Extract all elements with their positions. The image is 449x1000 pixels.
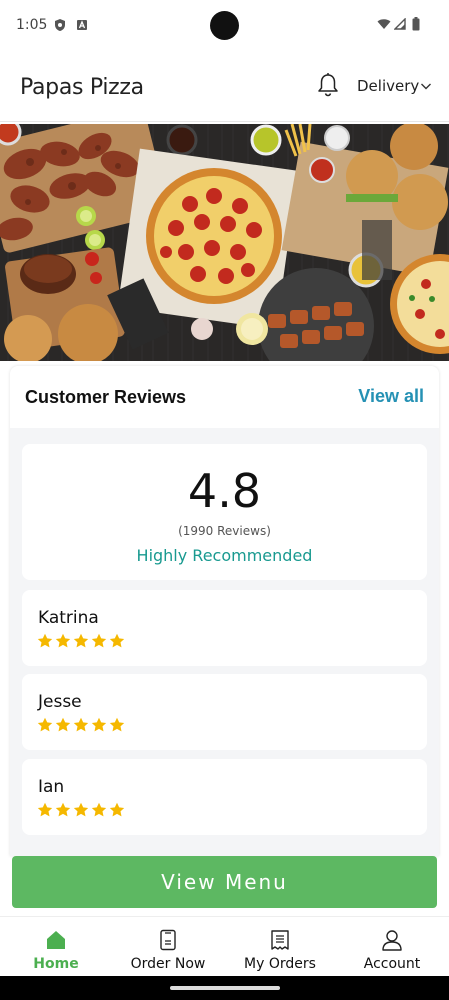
recommendation-text: Highly Recommended — [136, 546, 313, 565]
bell-icon[interactable] — [316, 72, 340, 98]
star-rating — [37, 717, 125, 733]
home-icon — [47, 931, 65, 949]
nav-item-my-orders[interactable]: My Orders — [224, 917, 336, 977]
nav-label: Order Now — [130, 956, 206, 972]
shield-icon — [55, 19, 65, 31]
nav-item-home[interactable]: Home — [0, 917, 112, 977]
nav-label: Home — [33, 956, 79, 972]
reviews-card: Customer Reviews View all 4.8 (1990 Revi… — [10, 366, 439, 856]
star-rating — [37, 633, 125, 649]
gesture-handle[interactable] — [170, 986, 280, 990]
app-header: Papas Pizza Delivery — [0, 52, 449, 122]
review-item[interactable]: Katrina — [22, 590, 427, 666]
star-icon — [55, 633, 71, 648]
star-icon — [91, 717, 107, 732]
reviewer-name: Ian — [38, 777, 65, 797]
nav-item-account[interactable]: Account — [336, 917, 448, 977]
status-bar: 1:05 — [0, 0, 449, 52]
average-rating: 4.8 — [187, 464, 262, 518]
star-icon — [73, 717, 89, 732]
star-icon — [55, 802, 71, 817]
system-gesture-bar — [0, 976, 449, 1000]
star-icon — [73, 802, 89, 817]
nav-label: Account — [363, 956, 421, 972]
hero-food-image — [0, 124, 449, 361]
reviewer-name: Katrina — [38, 608, 99, 628]
camera-cutout — [210, 11, 239, 40]
star-icon — [37, 802, 53, 817]
star-icon — [91, 633, 107, 648]
star-icon — [91, 802, 107, 817]
star-icon — [109, 717, 125, 732]
food-illustration — [0, 124, 449, 361]
star-icon — [109, 802, 125, 817]
battery-icon — [412, 17, 420, 31]
reviewer-name: Jesse — [38, 692, 82, 712]
reviews-title: Customer Reviews — [25, 387, 187, 407]
bottom-nav: Home Order Now My Orders Account — [0, 916, 449, 976]
star-icon — [73, 633, 89, 648]
review-count: (1990 Reviews) — [178, 524, 271, 538]
nav-item-order-now[interactable]: Order Now — [112, 917, 224, 977]
review-item[interactable]: Ian — [22, 759, 427, 835]
rating-summary: 4.8 (1990 Reviews) Highly Recommended — [22, 444, 427, 580]
signal-icon — [394, 18, 406, 30]
reviews-header: Customer Reviews View all — [10, 366, 439, 428]
star-icon — [37, 633, 53, 648]
status-time: 1:05 — [16, 17, 48, 33]
app-notification-icon — [77, 20, 87, 30]
delivery-selector[interactable]: Delivery — [357, 77, 419, 95]
view-menu-button[interactable]: View Menu — [12, 856, 437, 908]
star-icon — [55, 717, 71, 732]
chevron-down-icon[interactable] — [420, 81, 432, 91]
nav-label: My Orders — [244, 956, 316, 972]
star-rating — [37, 802, 125, 818]
receipt-icon — [271, 930, 289, 950]
review-item[interactable]: Jesse — [22, 674, 427, 750]
order-icon — [160, 929, 176, 951]
view-all-link[interactable]: View all — [358, 386, 424, 407]
star-icon — [109, 633, 125, 648]
app-title: Papas Pizza — [20, 75, 144, 100]
account-icon — [382, 930, 402, 951]
star-icon — [37, 717, 53, 732]
wifi-icon — [377, 19, 391, 29]
